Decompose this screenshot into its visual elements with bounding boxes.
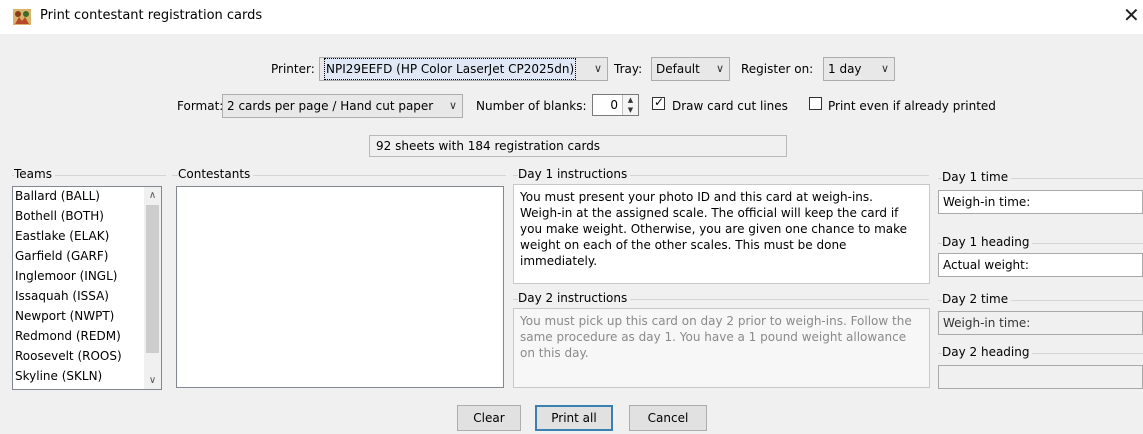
day1-line: weight on each of the other scales. This… — [520, 238, 847, 252]
cut-lines-checkbox[interactable]: ✓ — [652, 95, 665, 110]
day1-time-label: Day 1 time — [942, 170, 1012, 184]
close-icon[interactable]: ✕ — [1123, 3, 1140, 27]
list-item[interactable]: Eastlake (ELAK) — [15, 229, 109, 243]
chevron-down-icon: ∨ — [715, 62, 724, 75]
day2-line: on this day. — [520, 346, 589, 360]
format-value: 2 cards per page / Hand cut paper — [227, 99, 434, 113]
printer-value: NPI29EEFD (HP Color LaserJet CP2025dn) — [324, 58, 577, 80]
day2-time-label: Day 2 time — [942, 292, 1012, 306]
format-select[interactable]: 2 cards per page / Hand cut paper ∨ — [222, 94, 463, 118]
summary-text: 92 sheets with 184 registration cards — [376, 139, 601, 153]
day1-line: you make weight. Otherwise, you are give… — [520, 222, 908, 236]
window-title: Print contestant registration cards — [40, 8, 263, 23]
cancel-button[interactable]: Cancel — [629, 405, 707, 431]
clear-button[interactable]: Clear — [457, 405, 521, 431]
tray-value: Default — [656, 62, 700, 76]
day1-time-value: Weigh-in time: — [943, 195, 1031, 209]
chevron-down-icon: ∨ — [448, 99, 457, 112]
day2-instructions-label: Day 2 instructions — [518, 291, 631, 305]
list-item[interactable]: Redmond (REDM) — [15, 329, 121, 343]
chevron-down-icon: ∨ — [880, 62, 889, 75]
day2-line: same procedure as day 1. You have a 1 po… — [520, 330, 907, 344]
format-label: Format: — [177, 99, 224, 113]
blanks-value: 0 — [610, 98, 618, 112]
register-on-value: 1 day — [828, 62, 862, 76]
chevron-up-icon[interactable]: ∧ — [144, 187, 161, 204]
chevron-down-icon: ∨ — [593, 62, 602, 75]
day1-instructions-label: Day 1 instructions — [518, 167, 631, 181]
list-item[interactable]: Issaquah (ISSA) — [15, 289, 109, 303]
print-all-button[interactable]: Print all — [535, 405, 613, 431]
teams-scrollbar[interactable]: ∧ ∨ — [144, 187, 161, 389]
tray-label: Tray: — [614, 62, 643, 76]
spinner-arrows-icon[interactable]: ▲ ▼ — [622, 95, 638, 115]
tray-select[interactable]: Default ∨ — [651, 57, 730, 81]
contestants-list[interactable] — [176, 186, 504, 388]
reprint-checkbox[interactable] — [809, 97, 822, 110]
reprint-label: Print even if already printed — [828, 99, 996, 113]
day2-heading-field[interactable] — [938, 365, 1143, 389]
title-bar: Print contestant registration cards ✕ — [0, 0, 1143, 34]
day1-time-field[interactable]: Weigh-in time: — [938, 190, 1143, 214]
contestants-label: Contestants — [178, 167, 254, 181]
wrestlers-icon — [13, 9, 31, 25]
chevron-down-icon[interactable]: ∨ — [144, 372, 161, 389]
list-item[interactable]: Roosevelt (ROOS) — [15, 349, 122, 363]
day1-heading-field[interactable]: Actual weight: — [938, 253, 1143, 277]
day1-line: You must present your photo ID and this … — [520, 190, 873, 204]
register-on-label: Register on: — [741, 62, 814, 76]
day2-instructions-text[interactable]: You must pick up this card on day 2 prio… — [513, 308, 930, 388]
print-cards-window: Print contestant registration cards ✕ Pr… — [0, 0, 1143, 434]
teams-list[interactable]: Ballard (BALL) Bothell (BOTH) Eastlake (… — [12, 186, 162, 390]
register-on-select[interactable]: 1 day ∨ — [823, 57, 895, 81]
printer-label: Printer: — [271, 62, 315, 76]
list-item[interactable]: Ballard (BALL) — [15, 189, 100, 203]
day1-instructions-text[interactable]: You must present your photo ID and this … — [513, 184, 930, 284]
day1-line: immediately. — [520, 254, 598, 268]
summary-box: 92 sheets with 184 registration cards — [369, 135, 787, 157]
list-item[interactable]: Skyline (SKLN) — [15, 369, 102, 383]
list-item[interactable]: Garfield (GARF) — [15, 249, 108, 263]
printer-select[interactable]: NPI29EEFD (HP Color LaserJet CP2025dn) ∨ — [319, 57, 608, 81]
checkmark-icon: ✓ — [654, 95, 665, 109]
day2-time-field[interactable]: Weigh-in time: — [938, 311, 1143, 335]
day1-heading-label: Day 1 heading — [942, 235, 1033, 249]
day1-line: Weigh-in at the assigned scale. The offi… — [520, 206, 899, 220]
list-item[interactable]: Bothell (BOTH) — [15, 209, 104, 223]
cut-lines-label: Draw card cut lines — [672, 99, 788, 113]
day2-time-value: Weigh-in time: — [943, 316, 1031, 330]
scrollbar-thumb[interactable] — [146, 205, 159, 353]
teams-label: Teams — [14, 167, 55, 181]
day2-heading-label: Day 2 heading — [942, 345, 1033, 359]
day1-heading-value: Actual weight: — [943, 258, 1029, 272]
list-item[interactable]: Inglemoor (INGL) — [15, 269, 117, 283]
blanks-label: Number of blanks: — [476, 99, 587, 113]
blanks-spinner[interactable]: 0 ▲ ▼ — [592, 94, 639, 116]
list-item[interactable]: Newport (NWPT) — [15, 309, 114, 323]
day2-line: You must pick up this card on day 2 prio… — [520, 314, 912, 328]
